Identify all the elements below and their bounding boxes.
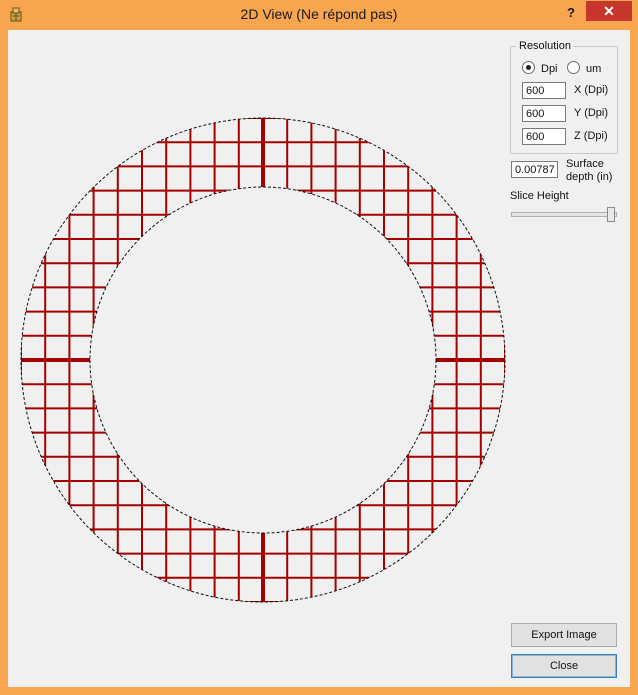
slice-view-canvas[interactable] [8, 30, 508, 687]
radio-dpi-indicator[interactable] [522, 61, 535, 74]
radio-um[interactable]: um [567, 61, 601, 75]
x-dpi-label: X (Dpi) [574, 84, 609, 96]
z-dpi-input[interactable] [522, 128, 566, 145]
radio-dpi[interactable]: Dpi [522, 61, 558, 75]
slice-grid [20, 117, 506, 603]
radio-dpi-label: Dpi [541, 63, 558, 75]
slice-height-slider-track[interactable] [511, 212, 617, 217]
z-dpi-label: Z (Dpi) [574, 130, 608, 142]
slice-height-slider-thumb[interactable] [607, 207, 615, 222]
title-bar[interactable]: 2D View (Ne répond pas) ? ✕ [0, 0, 638, 30]
window-frame: 2D View (Ne répond pas) ? ✕ Resolution D… [0, 0, 638, 695]
surface-depth-label-2: depth (in) [566, 171, 613, 183]
surface-depth-input[interactable] [511, 161, 558, 178]
y-dpi-input[interactable] [522, 105, 566, 122]
help-button[interactable]: ? [560, 4, 582, 22]
x-dpi-input[interactable] [522, 82, 566, 99]
resolution-group-label: Resolution [516, 40, 574, 52]
window-title: 2D View (Ne répond pas) [240, 6, 398, 22]
close-button[interactable]: Close [511, 654, 617, 678]
radio-um-indicator[interactable] [567, 61, 580, 74]
y-dpi-label: Y (Dpi) [574, 107, 609, 119]
inner-boundary [89, 186, 437, 534]
slice-height-label: Slice Height [510, 190, 569, 202]
surface-depth-label-1: Surface [566, 158, 604, 170]
radio-um-label: um [586, 63, 602, 75]
export-image-button[interactable]: Export Image [511, 623, 617, 647]
window-close-button[interactable]: ✕ [586, 1, 632, 21]
client-area: Resolution Dpi um X (Dpi) Y (Dpi) Z (Dpi… [8, 30, 630, 687]
